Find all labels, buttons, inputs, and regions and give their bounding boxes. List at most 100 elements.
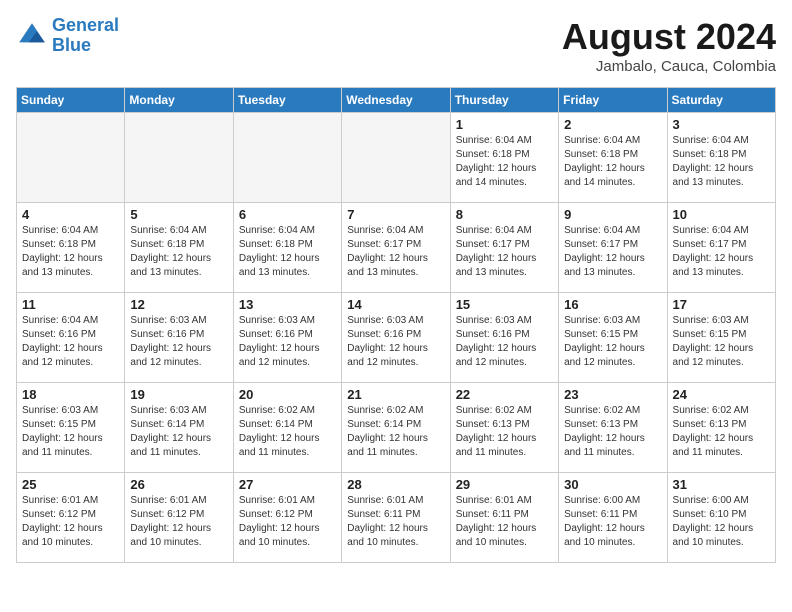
day-number: 7 bbox=[347, 207, 444, 222]
week-row-1: 1 Sunrise: 6:04 AM Sunset: 6:18 PM Daylig… bbox=[17, 113, 776, 203]
week-row-5: 25 Sunrise: 6:01 AM Sunset: 6:12 PM Dayli… bbox=[17, 473, 776, 563]
day-number: 21 bbox=[347, 387, 444, 402]
day-number: 31 bbox=[673, 477, 770, 492]
day-number: 12 bbox=[130, 297, 227, 312]
day-info: Sunrise: 6:03 AM Sunset: 6:16 PM Dayligh… bbox=[239, 314, 336, 370]
day-info: Sunrise: 6:04 AM Sunset: 6:18 PM Dayligh… bbox=[564, 134, 661, 190]
day-number: 1 bbox=[456, 117, 553, 132]
day-number: 28 bbox=[347, 477, 444, 492]
logo-line1: General bbox=[52, 15, 119, 35]
day-info: Sunrise: 6:04 AM Sunset: 6:18 PM Dayligh… bbox=[22, 224, 119, 280]
calendar-cell: 18Sunrise: 6:03 AM Sunset: 6:15 PM Dayli… bbox=[17, 383, 125, 473]
title-area: August 2024 Jambalo, Cauca, Colombia bbox=[562, 16, 776, 75]
day-number: 20 bbox=[239, 387, 336, 402]
day-number: 3 bbox=[673, 117, 770, 132]
logo-icon bbox=[16, 20, 48, 52]
week-row-4: 18Sunrise: 6:03 AM Sunset: 6:15 PM Dayli… bbox=[17, 383, 776, 473]
week-row-3: 11 Sunrise: 6:04 AM Sunset: 6:16 PM Dayli… bbox=[17, 293, 776, 383]
day-number: 22 bbox=[456, 387, 553, 402]
day-info: Sunrise: 6:03 AM Sunset: 6:14 PM Dayligh… bbox=[130, 404, 227, 460]
weekday-header-saturday: Saturday bbox=[667, 88, 775, 113]
day-number: 13 bbox=[239, 297, 336, 312]
page-header: General Blue August 2024 Jambalo, Cauca,… bbox=[16, 16, 776, 75]
day-number: 27 bbox=[239, 477, 336, 492]
day-number: 24 bbox=[673, 387, 770, 402]
day-info: Sunrise: 6:03 AM Sunset: 6:16 PM Dayligh… bbox=[130, 314, 227, 370]
day-number: 17 bbox=[673, 297, 770, 312]
calendar-cell: 10Sunrise: 6:04 AM Sunset: 6:17 PM Dayli… bbox=[667, 203, 775, 293]
day-info: Sunrise: 6:01 AM Sunset: 6:11 PM Dayligh… bbox=[456, 494, 553, 550]
calendar-cell: 23 Sunrise: 6:02 AM Sunset: 6:13 PM Dayli… bbox=[559, 383, 667, 473]
day-info: Sunrise: 6:04 AM Sunset: 6:17 PM Dayligh… bbox=[456, 224, 553, 280]
day-number: 26 bbox=[130, 477, 227, 492]
day-info: Sunrise: 6:01 AM Sunset: 6:12 PM Dayligh… bbox=[130, 494, 227, 550]
day-info: Sunrise: 6:04 AM Sunset: 6:18 PM Dayligh… bbox=[456, 134, 553, 190]
day-number: 23 bbox=[564, 387, 661, 402]
calendar-cell: 21 Sunrise: 6:02 AM Sunset: 6:14 PM Dayli… bbox=[342, 383, 450, 473]
calendar-cell: 5 Sunrise: 6:04 AM Sunset: 6:18 PM Daylig… bbox=[125, 203, 233, 293]
calendar-cell: 16Sunrise: 6:03 AM Sunset: 6:15 PM Dayli… bbox=[559, 293, 667, 383]
calendar-cell: 11 Sunrise: 6:04 AM Sunset: 6:16 PM Dayli… bbox=[17, 293, 125, 383]
day-info: Sunrise: 6:02 AM Sunset: 6:13 PM Dayligh… bbox=[564, 404, 661, 460]
day-info: Sunrise: 6:02 AM Sunset: 6:13 PM Dayligh… bbox=[673, 404, 770, 460]
weekday-header-thursday: Thursday bbox=[450, 88, 558, 113]
calendar-cell bbox=[125, 113, 233, 203]
day-number: 10 bbox=[673, 207, 770, 222]
day-number: 2 bbox=[564, 117, 661, 132]
calendar-cell: 30Sunrise: 6:00 AM Sunset: 6:11 PM Dayli… bbox=[559, 473, 667, 563]
day-info: Sunrise: 6:01 AM Sunset: 6:11 PM Dayligh… bbox=[347, 494, 444, 550]
day-number: 4 bbox=[22, 207, 119, 222]
day-number: 18 bbox=[22, 387, 119, 402]
calendar-cell: 29 Sunrise: 6:01 AM Sunset: 6:11 PM Dayli… bbox=[450, 473, 558, 563]
day-info: Sunrise: 6:04 AM Sunset: 6:18 PM Dayligh… bbox=[130, 224, 227, 280]
calendar-cell: 19 Sunrise: 6:03 AM Sunset: 6:14 PM Dayli… bbox=[125, 383, 233, 473]
day-number: 6 bbox=[239, 207, 336, 222]
day-number: 14 bbox=[347, 297, 444, 312]
weekday-header-monday: Monday bbox=[125, 88, 233, 113]
calendar-cell: 3 Sunrise: 6:04 AM Sunset: 6:18 PM Daylig… bbox=[667, 113, 775, 203]
day-number: 25 bbox=[22, 477, 119, 492]
calendar-cell: 12 Sunrise: 6:03 AM Sunset: 6:16 PM Dayli… bbox=[125, 293, 233, 383]
logo-line2: Blue bbox=[52, 35, 91, 55]
day-info: Sunrise: 6:03 AM Sunset: 6:16 PM Dayligh… bbox=[347, 314, 444, 370]
calendar-cell: 15Sunrise: 6:03 AM Sunset: 6:16 PM Dayli… bbox=[450, 293, 558, 383]
calendar-cell: 31 Sunrise: 6:00 AM Sunset: 6:10 PM Dayli… bbox=[667, 473, 775, 563]
calendar-cell: 24 Sunrise: 6:02 AM Sunset: 6:13 PM Dayli… bbox=[667, 383, 775, 473]
weekday-header-tuesday: Tuesday bbox=[233, 88, 341, 113]
day-number: 19 bbox=[130, 387, 227, 402]
calendar-cell: 26 Sunrise: 6:01 AM Sunset: 6:12 PM Dayli… bbox=[125, 473, 233, 563]
day-info: Sunrise: 6:01 AM Sunset: 6:12 PM Dayligh… bbox=[22, 494, 119, 550]
day-info: Sunrise: 6:03 AM Sunset: 6:16 PM Dayligh… bbox=[456, 314, 553, 370]
day-info: Sunrise: 6:01 AM Sunset: 6:12 PM Dayligh… bbox=[239, 494, 336, 550]
day-info: Sunrise: 6:00 AM Sunset: 6:10 PM Dayligh… bbox=[673, 494, 770, 550]
calendar-cell: 20Sunrise: 6:02 AM Sunset: 6:14 PM Dayli… bbox=[233, 383, 341, 473]
calendar-cell: 1 Sunrise: 6:04 AM Sunset: 6:18 PM Daylig… bbox=[450, 113, 558, 203]
calendar-cell: 27 Sunrise: 6:01 AM Sunset: 6:12 PM Dayli… bbox=[233, 473, 341, 563]
logo-text: General Blue bbox=[52, 16, 119, 56]
day-info: Sunrise: 6:04 AM Sunset: 6:16 PM Dayligh… bbox=[22, 314, 119, 370]
calendar-cell: 8 Sunrise: 6:04 AM Sunset: 6:17 PM Daylig… bbox=[450, 203, 558, 293]
day-number: 5 bbox=[130, 207, 227, 222]
calendar-cell: 25 Sunrise: 6:01 AM Sunset: 6:12 PM Dayli… bbox=[17, 473, 125, 563]
weekday-header-friday: Friday bbox=[559, 88, 667, 113]
day-info: Sunrise: 6:04 AM Sunset: 6:17 PM Dayligh… bbox=[564, 224, 661, 280]
week-row-2: 4 Sunrise: 6:04 AM Sunset: 6:18 PM Daylig… bbox=[17, 203, 776, 293]
calendar-cell: 7 Sunrise: 6:04 AM Sunset: 6:17 PM Daylig… bbox=[342, 203, 450, 293]
day-info: Sunrise: 6:03 AM Sunset: 6:15 PM Dayligh… bbox=[564, 314, 661, 370]
day-info: Sunrise: 6:03 AM Sunset: 6:15 PM Dayligh… bbox=[673, 314, 770, 370]
location-subtitle: Jambalo, Cauca, Colombia bbox=[562, 58, 776, 75]
weekday-header-sunday: Sunday bbox=[17, 88, 125, 113]
day-info: Sunrise: 6:02 AM Sunset: 6:14 PM Dayligh… bbox=[347, 404, 444, 460]
calendar-cell: 13 Sunrise: 6:03 AM Sunset: 6:16 PM Dayli… bbox=[233, 293, 341, 383]
day-info: Sunrise: 6:02 AM Sunset: 6:13 PM Dayligh… bbox=[456, 404, 553, 460]
day-number: 29 bbox=[456, 477, 553, 492]
day-info: Sunrise: 6:04 AM Sunset: 6:18 PM Dayligh… bbox=[673, 134, 770, 190]
day-info: Sunrise: 6:04 AM Sunset: 6:17 PM Dayligh… bbox=[347, 224, 444, 280]
day-number: 9 bbox=[564, 207, 661, 222]
day-number: 8 bbox=[456, 207, 553, 222]
calendar-cell: 6Sunrise: 6:04 AM Sunset: 6:18 PM Daylig… bbox=[233, 203, 341, 293]
logo: General Blue bbox=[16, 16, 119, 56]
day-number: 11 bbox=[22, 297, 119, 312]
calendar-cell: 28 Sunrise: 6:01 AM Sunset: 6:11 PM Dayli… bbox=[342, 473, 450, 563]
day-number: 30 bbox=[564, 477, 661, 492]
